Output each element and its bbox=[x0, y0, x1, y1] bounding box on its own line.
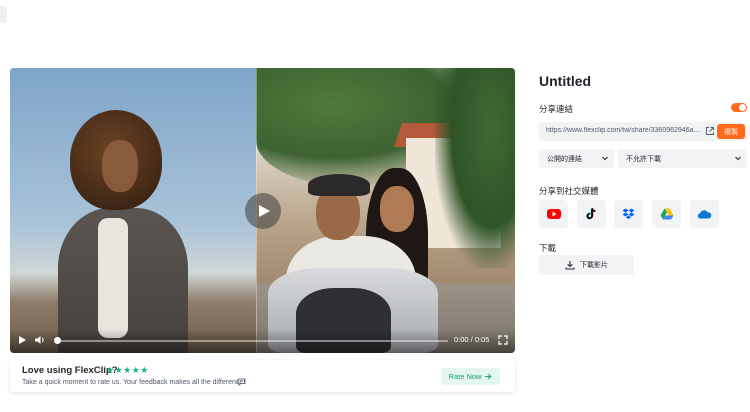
play-overlay-button[interactable] bbox=[245, 193, 281, 229]
video-controls: 0:00 / 0:05 bbox=[10, 329, 515, 353]
share-onedrive-button[interactable] bbox=[690, 200, 719, 228]
video-player[interactable]: 0:00 / 0:05 bbox=[10, 68, 515, 353]
share-tiktok-button[interactable] bbox=[577, 200, 606, 228]
download-permission-value: 不允許下載 bbox=[626, 156, 661, 163]
sidebar-edge-tab[interactable] bbox=[0, 6, 7, 23]
project-title[interactable]: Untitled bbox=[539, 73, 591, 89]
arrow-right-icon bbox=[485, 373, 492, 380]
share-link-toggle[interactable] bbox=[731, 103, 747, 112]
download-section-label: 下載 bbox=[539, 243, 557, 253]
rate-now-button[interactable]: Rate Now bbox=[441, 368, 500, 385]
chevron-down-icon bbox=[735, 156, 741, 161]
google-drive-icon bbox=[660, 208, 673, 220]
share-url-text: https://www.flexclip.com/tw/share/336096… bbox=[546, 127, 704, 134]
external-link-icon[interactable] bbox=[705, 126, 715, 136]
man-rider-hat bbox=[308, 174, 370, 196]
download-icon bbox=[565, 261, 575, 270]
play-icon bbox=[259, 205, 270, 217]
share-google-drive-button[interactable] bbox=[652, 200, 681, 228]
rating-subtitle: Take a quick moment to rate us. Your fee… bbox=[22, 379, 246, 386]
tiktok-icon bbox=[586, 208, 596, 220]
woman-shirt bbox=[98, 218, 128, 338]
download-video-label: 下載影片 bbox=[580, 262, 608, 269]
share-youtube-button[interactable] bbox=[539, 200, 568, 228]
share-link-label: 分享連結 bbox=[539, 104, 574, 114]
time-display: 0:00 / 0:05 bbox=[454, 335, 490, 344]
social-share-label: 分享到社交媒體 bbox=[539, 186, 599, 196]
woman-face bbox=[102, 140, 138, 192]
visibility-value: 公開的連結 bbox=[547, 156, 582, 163]
share-url-field[interactable]: https://www.flexclip.com/tw/share/336096… bbox=[539, 122, 747, 141]
star-rating[interactable]: ★★★★★ bbox=[106, 365, 149, 376]
share-dropbox-button[interactable] bbox=[614, 200, 643, 228]
download-permission-select[interactable]: 不允許下載 bbox=[618, 149, 747, 168]
youtube-icon bbox=[546, 209, 561, 219]
play-icon[interactable] bbox=[18, 335, 27, 345]
dropbox-icon bbox=[622, 208, 635, 219]
video-frame-left bbox=[10, 68, 256, 353]
visibility-select[interactable]: 公開的連結 bbox=[539, 149, 614, 168]
download-video-button[interactable]: 下載影片 bbox=[539, 255, 634, 275]
tree-right bbox=[435, 68, 515, 268]
seek-bar[interactable] bbox=[56, 340, 448, 342]
onedrive-icon bbox=[697, 210, 712, 219]
rating-title: Love using FlexClip? bbox=[22, 365, 118, 376]
seek-handle[interactable] bbox=[54, 337, 61, 344]
chat-bubble-icon bbox=[237, 378, 246, 386]
woman-passenger-face bbox=[380, 186, 414, 232]
copy-button[interactable]: 複製 bbox=[717, 124, 745, 139]
rate-now-label: Rate Now bbox=[448, 372, 482, 381]
volume-icon[interactable] bbox=[34, 335, 46, 345]
fullscreen-icon[interactable] bbox=[498, 335, 508, 345]
rating-banner: Love using FlexClip? ★★★★★ Take a quick … bbox=[10, 360, 515, 392]
chevron-down-icon bbox=[602, 156, 608, 161]
video-frame-right bbox=[256, 68, 515, 353]
